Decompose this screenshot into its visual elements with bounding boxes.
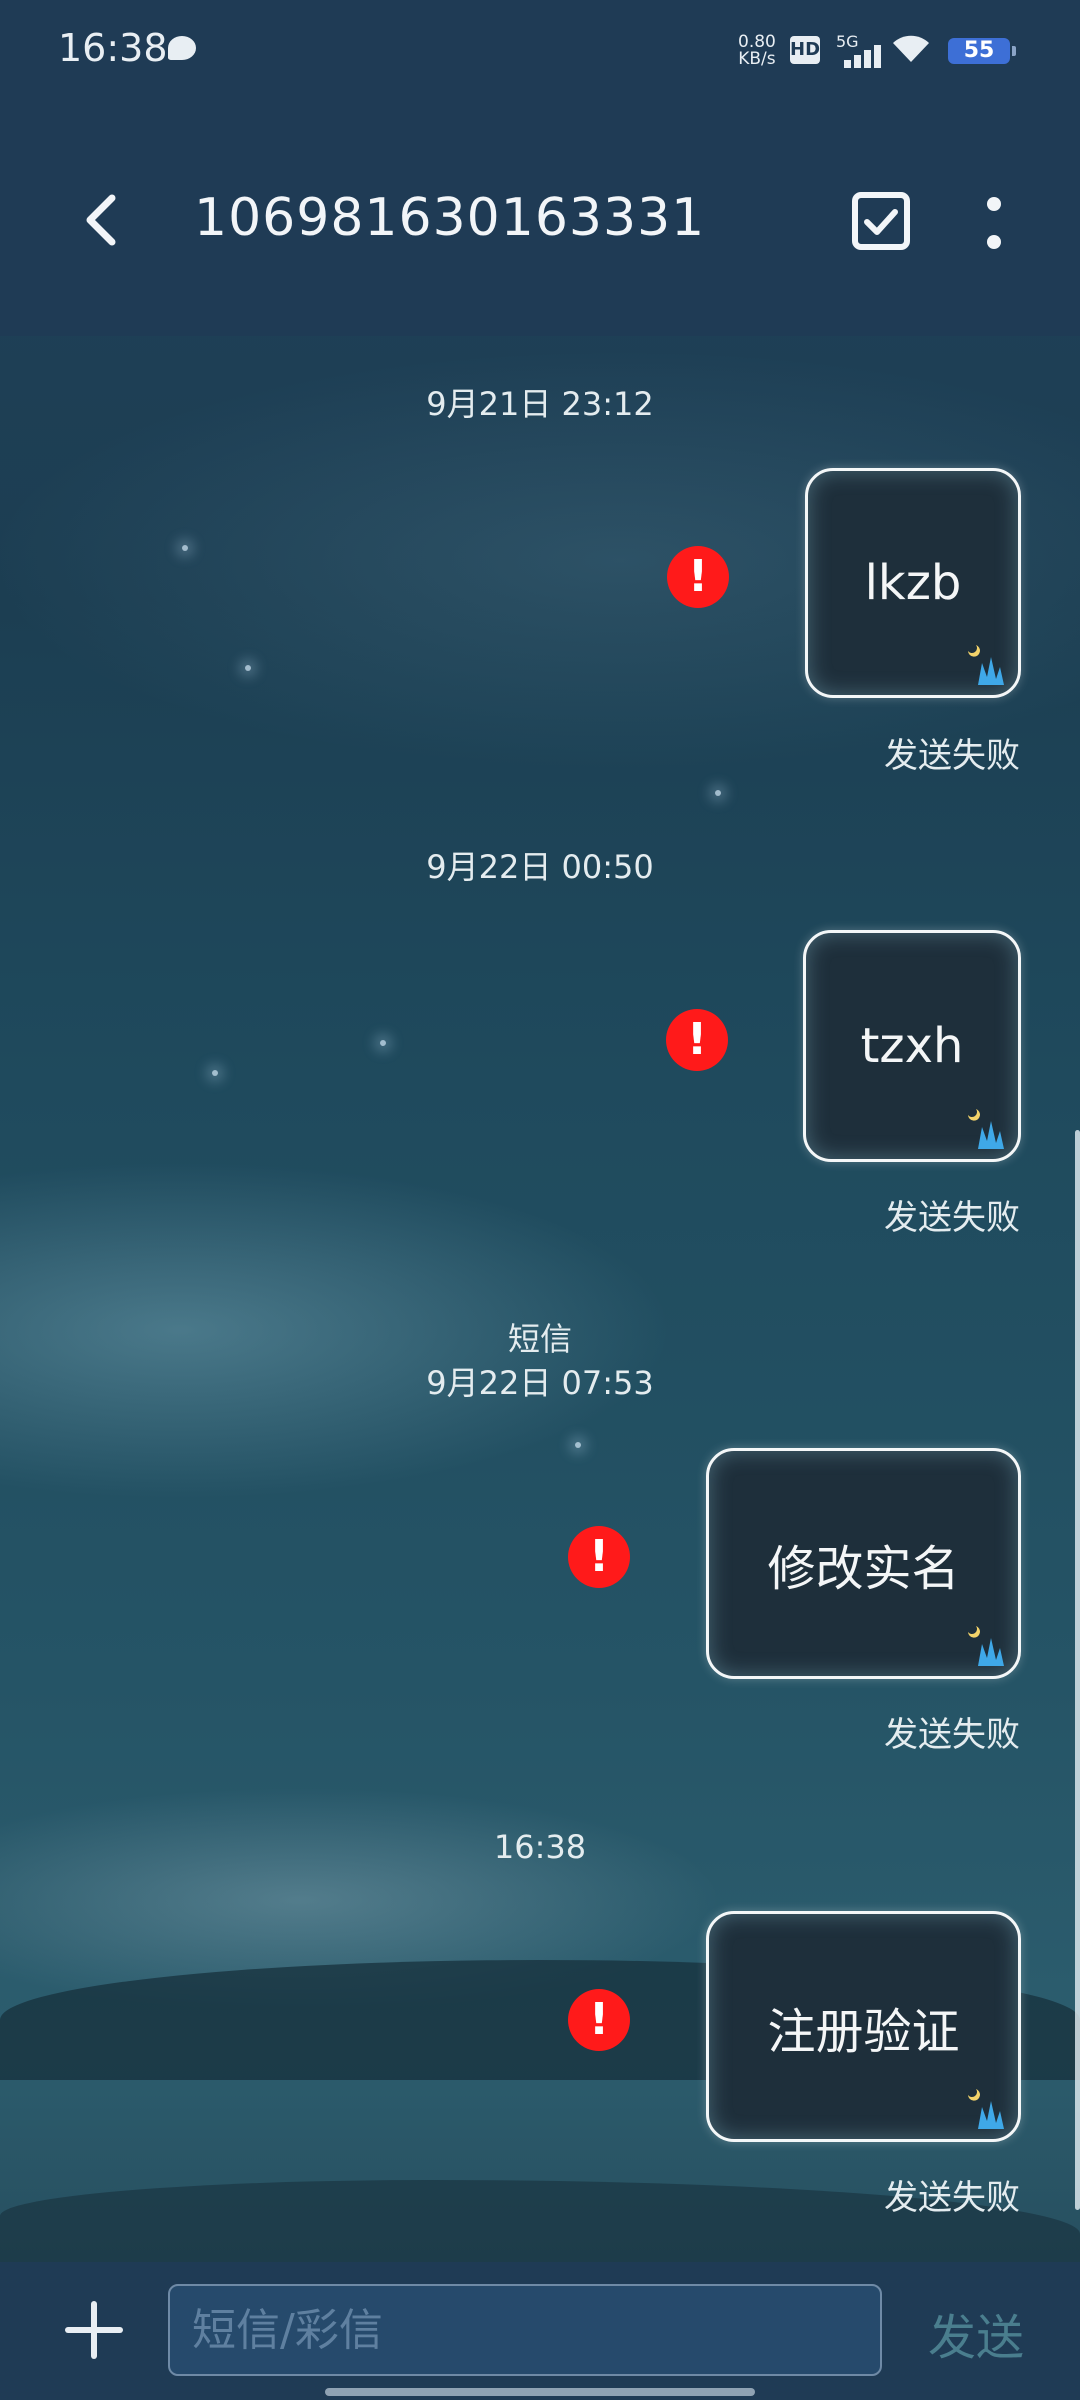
signal-icon: 5G [836,32,882,68]
send-status: 发送失败 [884,1198,1020,1238]
message-timestamp: 9月21日 23:12 [426,385,654,423]
bubble-decoration-icon [968,1626,1004,1666]
message-bubble[interactable]: 修改实名 [706,1448,1021,1679]
send-failed-icon[interactable]: ! [667,546,729,608]
status-time: 16:38 [58,26,168,70]
send-button[interactable]: 发送 [928,2298,1024,2368]
bubble-decoration-icon [968,1109,1004,1149]
message-timestamp: 16:38 [493,1828,587,1866]
back-arrow-icon[interactable] [78,190,128,250]
message-timestamp: 9月22日 00:50 [426,848,654,886]
send-status: 发送失败 [884,2178,1020,2218]
message-timestamp: 9月22日 07:53 [426,1364,654,1402]
wifi-icon [893,35,929,62]
battery-icon: 55 [948,38,1016,64]
home-indicator[interactable] [325,2388,755,2396]
message-bubble[interactable]: tzxh [803,930,1021,1162]
message-text: lkzb [864,555,962,611]
message-type-label: 短信 [507,1320,572,1358]
wallpaper-star [212,1070,218,1076]
message-input[interactable] [168,2284,882,2376]
send-status: 发送失败 [884,736,1020,776]
wallpaper-star [380,1040,386,1046]
scrollbar[interactable] [1075,1130,1080,2210]
message-text: 注册验证 [767,2003,960,2060]
send-failed-icon[interactable]: ! [666,1009,728,1071]
network-speed: 0.80 KB/s [738,34,776,68]
send-status: 发送失败 [884,1715,1020,1755]
send-failed-icon[interactable]: ! [568,1526,630,1588]
message-text: 修改实名 [767,1540,960,1597]
send-failed-icon[interactable]: ! [568,1989,630,2051]
network-type-label: 5G [836,32,859,51]
conversation-title: 106981630163331 [194,188,706,248]
message-notification-icon [168,36,196,60]
wallpaper-star [715,790,721,796]
more-options-icon[interactable] [984,194,1004,254]
message-text: tzxh [860,1018,964,1074]
bubble-decoration-icon [968,2089,1004,2129]
wallpaper-star [245,665,251,671]
wallpaper-star [182,545,188,551]
wallpaper-star [575,1442,581,1448]
multi-select-icon[interactable] [852,192,910,250]
bubble-decoration-icon [968,645,1004,685]
add-attachment-icon[interactable] [64,2300,124,2360]
network-speed-unit: KB/s [738,49,776,69]
hd-volte-icon: HD [790,36,820,64]
message-bubble[interactable]: 注册验证 [706,1911,1021,2142]
status-bar: 16:38 0.80 KB/s HD 5G 55 [0,0,1080,100]
message-bubble[interactable]: lkzb [805,468,1021,698]
